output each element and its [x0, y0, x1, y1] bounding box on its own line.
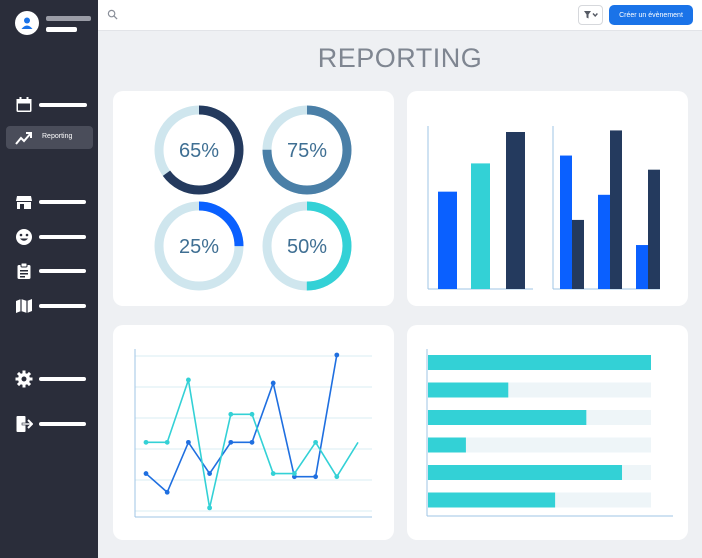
bar [506, 132, 525, 289]
data-point [334, 474, 340, 480]
data-point [164, 439, 170, 445]
data-point [292, 471, 297, 476]
user-avatar[interactable] [15, 11, 39, 35]
bar [428, 410, 587, 425]
bar [610, 130, 622, 289]
bar [428, 437, 466, 453]
donut-label: 50% [287, 236, 327, 258]
sidebar-item-store[interactable] [0, 191, 98, 213]
line-chart [134, 349, 372, 518]
data-point [143, 471, 149, 476]
sidebar-item-label-placeholder [39, 304, 86, 308]
sidebar-item-label-placeholder [39, 377, 86, 381]
bar [598, 194, 610, 289]
logout-icon [16, 416, 33, 432]
sidebar-item-clipboard[interactable] [0, 260, 98, 282]
data-point [164, 489, 170, 495]
donut-label: 25% [179, 236, 219, 258]
data-point [270, 471, 276, 476]
create-event-button[interactable]: Créer un évènement [609, 5, 693, 25]
bar [648, 169, 660, 289]
sidebar-item-logout[interactable] [0, 413, 98, 435]
data-point [334, 352, 340, 358]
user-role-placeholder [46, 27, 77, 32]
data-point [313, 474, 318, 480]
map-icon [16, 299, 32, 313]
data-point [313, 439, 318, 445]
sidebar-item-calendar[interactable] [0, 94, 98, 116]
data-point [228, 439, 234, 445]
hbar-chart-card [407, 325, 688, 540]
trending-up-icon [15, 132, 32, 145]
sidebar-item-reporting-label: Reporting [42, 133, 73, 140]
sidebar-item-label-placeholder [39, 235, 86, 239]
sidebar-item-label-placeholder [39, 103, 87, 107]
bar [428, 492, 556, 508]
bar [560, 155, 572, 289]
filter-icon [583, 11, 598, 19]
search-icon[interactable] [107, 9, 118, 20]
line-chart-card [113, 325, 394, 540]
donut-chart: 65% 75% 25% 50% [154, 105, 352, 291]
data-point [270, 380, 276, 386]
sidebar-item-label-placeholder [39, 422, 86, 426]
sidebar-item-label-placeholder [39, 200, 86, 204]
data-point [143, 439, 149, 445]
horizontal-bar-chart [426, 349, 673, 517]
page-title: REPORTING [317, 43, 483, 73]
top-bar: Créer un évènement [98, 0, 702, 31]
filter-button[interactable] [578, 5, 603, 25]
bar [636, 245, 648, 289]
calendar-icon [16, 97, 32, 112]
donut-card: 65% 75% 25% 50% [113, 91, 394, 306]
user-icon [21, 17, 33, 29]
donut-label: 75% [287, 140, 327, 162]
bar [438, 191, 457, 289]
data-point [249, 411, 255, 417]
sidebar-item-settings[interactable] [0, 368, 98, 390]
donut-label: 65% [179, 140, 219, 162]
sidebar-item-smiley[interactable] [0, 226, 98, 248]
sidebar-item-map[interactable] [0, 295, 98, 317]
smiley-icon [16, 229, 32, 245]
data-point [228, 411, 234, 417]
data-point [186, 377, 191, 383]
bar-chart-card [407, 91, 688, 306]
store-icon [16, 196, 32, 209]
gear-icon [15, 370, 33, 388]
data-point [207, 505, 212, 511]
data-point [207, 471, 212, 476]
data-point [186, 439, 191, 445]
bar [428, 465, 623, 480]
bar [471, 163, 490, 289]
user-name-placeholder [46, 16, 91, 21]
data-point [249, 439, 255, 445]
clipboard-icon [17, 262, 31, 279]
bar-chart [427, 126, 660, 290]
series-line [145, 354, 338, 494]
sidebar-item-label-placeholder [39, 269, 86, 273]
bar [428, 382, 509, 398]
bar [572, 219, 584, 289]
sidebar: Reporting [0, 0, 98, 558]
sidebar-item-reporting[interactable]: Reporting [6, 126, 93, 149]
bar [428, 355, 651, 370]
